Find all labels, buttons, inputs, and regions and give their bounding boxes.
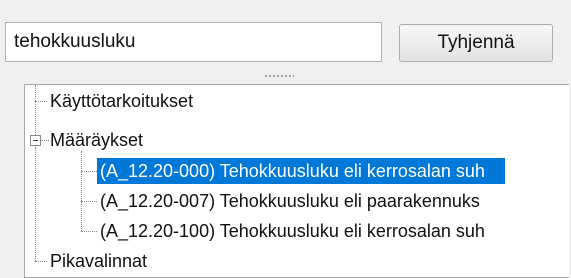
tree-item-maaraykset[interactable]: Määräykset	[47, 126, 146, 154]
tree-connector	[81, 171, 97, 173]
tree-item-kayttotarkoitukset[interactable]: Käyttötarkoitukset	[47, 87, 196, 115]
tree-item-label: Pikavalinnat	[50, 251, 148, 271]
clear-button[interactable]: Tyhjennä	[399, 24, 553, 62]
tree-item-a-12-20-007[interactable]: (A_12.20-007) Tehokkuusluku eli paaraken…	[97, 187, 483, 215]
tree-connector	[81, 201, 97, 203]
tree-item-label: Käyttötarkoitukset	[50, 91, 194, 111]
tree-item-pikavalinnat[interactable]: Pikavalinnat	[47, 247, 150, 275]
tree-connector	[35, 147, 37, 261]
tree-item-label: (A_12.20-000) Tehokkuusluku eli kerrosal…	[97, 158, 505, 184]
search-input[interactable]	[5, 22, 382, 62]
collapse-toggle-icon[interactable]	[30, 135, 41, 146]
tree-connector	[35, 85, 37, 135]
tree-connector	[35, 101, 47, 103]
tree-item-a-12-20-000[interactable]: (A_12.20-000) Tehokkuusluku eli kerrosal…	[97, 157, 505, 185]
splitter-grip[interactable]	[264, 74, 294, 78]
tree-connector	[35, 261, 47, 263]
tree-item-label: Määräykset	[50, 130, 144, 150]
tree-item-a-12-20-100[interactable]: (A_12.20-100) Tehokkuusluku eli kerrosal…	[97, 217, 488, 245]
tree-connector	[81, 231, 97, 233]
tree-item-label: (A_12.20-100) Tehokkuusluku eli kerrosal…	[100, 221, 485, 241]
tree-view: Käyttötarkoitukset Määräykset (A_12.20-0…	[24, 84, 569, 278]
tree-connector	[81, 151, 83, 231]
tree-item-label: (A_12.20-007) Tehokkuusluku eli paaraken…	[100, 191, 480, 211]
